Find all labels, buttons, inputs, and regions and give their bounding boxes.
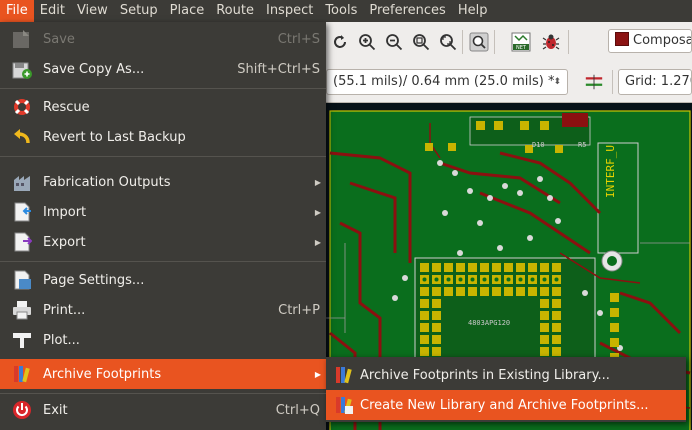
menu-item-archive-footprints[interactable]: Archive Footprints ▶ [0,359,326,389]
svg-text:NET: NET [516,45,527,51]
menu-item-print[interactable]: Print... Ctrl+P [0,295,326,325]
grid-select[interactable]: Grid: 1.270 [618,69,692,95]
submenu-arrow-icon: ▶ [314,207,321,217]
archive-icon [10,362,34,386]
zoom-objects-icon[interactable] [438,32,458,52]
zoom-out-icon[interactable] [384,32,404,52]
pcb-label-interf: INTERF_U [604,145,617,198]
import-icon [10,200,34,224]
menubar: File Edit View Setup Place Route Inspect… [0,0,692,22]
pcb-label-r5: R5 [578,141,586,149]
menu-item-shortcut: Ctrl+P [278,302,320,318]
archive-footprints-submenu: Archive Footprints in Existing Library..… [326,357,686,422]
menu-item-export[interactable]: Export ▶ [0,227,326,257]
menu-item-label: Save Copy As... [43,61,145,77]
spin-arrows-icon: ⬍ [553,77,561,87]
menu-item-label: Revert to Last Backup [43,129,186,145]
menu-item-label: Fabrication Outputs [43,174,171,190]
menu-item-import[interactable]: Import ▶ [0,197,326,227]
revert-icon [10,125,34,149]
menu-separator [0,261,326,262]
rescue-icon [10,95,34,119]
menu-edit[interactable]: Edit [34,0,71,22]
pcb-label-d10: D10 [532,141,545,149]
zoom-selection-icon[interactable] [469,32,489,52]
menu-setup[interactable]: Setup [114,0,164,22]
menu-item-archive-existing-library[interactable]: Archive Footprints in Existing Library..… [326,360,686,390]
menu-item-label: Rescue [43,99,90,115]
menu-tools[interactable]: Tools [319,0,363,22]
menu-item-shortcut: Shift+Ctrl+S [237,61,320,77]
submenu-arrow-icon: ▶ [314,177,321,187]
exit-icon [10,398,34,422]
plot-icon [10,328,34,352]
menu-item-create-new-library[interactable]: Create New Library and Archive Footprint… [326,390,686,420]
menu-item-save-copy-as[interactable]: Save Copy As... Shift+Ctrl+S [0,54,326,84]
archive-new-icon [332,393,356,417]
layer-select[interactable]: Composar [608,29,692,53]
menu-route[interactable]: Route [210,0,260,22]
export-icon [10,230,34,254]
menu-item-label: Plot... [43,332,80,348]
menu-separator [0,156,326,157]
menu-item-label: Archive Footprints in Existing Library..… [360,367,610,383]
menu-item-exit[interactable]: Exit Ctrl+Q [0,395,326,425]
submenu-arrow-icon: ▶ [314,237,321,247]
grid-value: Grid: 1.270 [625,74,692,89]
menu-item-label: Export [43,234,86,250]
page-settings-icon [10,268,34,292]
save-icon [10,27,34,51]
save-copy-icon [10,57,34,81]
track-width-select[interactable]: (55.1 mils)/ 0.64 mm (25.0 mils) * ⬍ [326,69,568,95]
zoom-in-icon[interactable] [357,32,377,52]
drc-bug-icon[interactable] [541,32,561,52]
menu-item-shortcut: Ctrl+Q [275,402,320,418]
menu-item-plot[interactable]: Plot... [0,325,326,355]
menu-item-page-settings[interactable]: Page Settings... [0,265,326,295]
menu-separator [0,393,326,394]
menu-file[interactable]: File [0,0,34,22]
fabrication-icon [10,170,34,194]
menu-item-label: Save [43,31,75,47]
submenu-arrow-icon: ▶ [314,369,321,379]
menu-item-label: Page Settings... [43,272,145,288]
layer-color-swatch [615,32,629,46]
menu-view[interactable]: View [71,0,114,22]
auto-track-width-icon[interactable] [584,72,604,92]
toolbar-separator [612,70,613,94]
redraw-icon[interactable] [330,32,350,52]
menu-item-fabrication-outputs[interactable]: Fabrication Outputs ▶ [0,167,326,197]
toolbar-separator [568,30,569,54]
layer-select-value: Composar [633,33,691,48]
print-icon [10,298,34,322]
menu-item-label: Print... [43,302,86,318]
menu-item-label: Exit [43,402,68,418]
menu-inspect[interactable]: Inspect [260,0,319,22]
menu-place[interactable]: Place [164,0,211,22]
toolbar-separator [494,30,495,54]
menu-item-shortcut: Ctrl+S [277,31,320,47]
menu-item-revert[interactable]: Revert to Last Backup [0,122,326,152]
menu-item-label: Import [43,204,87,220]
menu-item-save[interactable]: Save Ctrl+S [0,24,326,54]
menu-item-label: Create New Library and Archive Footprint… [360,397,649,413]
menu-help[interactable]: Help [452,0,494,22]
menu-preferences[interactable]: Preferences [363,0,451,22]
zoom-fit-icon[interactable] [411,32,431,52]
menu-item-label: Archive Footprints [43,366,162,382]
toolbar-separator [462,30,463,54]
netlist-icon[interactable]: NET [511,32,531,52]
archive-icon [332,363,356,387]
pcb-label-ic: 4803APG120 [468,319,510,327]
file-menu: Save Ctrl+S Save Copy As... Shift+Ctrl+S… [0,22,326,430]
menu-item-rescue[interactable]: Rescue [0,92,326,122]
menu-separator [0,88,326,89]
track-width-value: (55.1 mils)/ 0.64 mm (25.0 mils) * [333,74,555,89]
